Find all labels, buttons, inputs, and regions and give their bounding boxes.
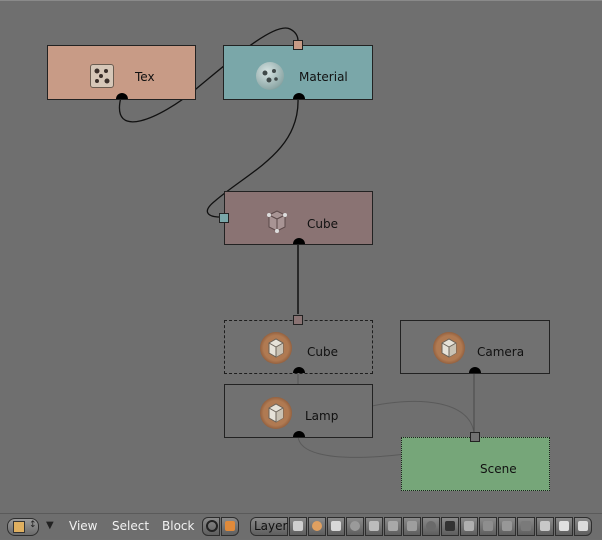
armature-icon: [578, 521, 588, 531]
node-cube-object-input-socket[interactable]: [293, 315, 303, 325]
menu-select[interactable]: Select: [112, 519, 149, 533]
node-material[interactable]: Material: [223, 40, 373, 100]
filter-cube-button[interactable]: [384, 517, 402, 536]
filter-mesh-button[interactable]: [327, 517, 345, 536]
material-sphere-icon: [256, 62, 284, 90]
node-lamp[interactable]: Lamp: [224, 384, 373, 438]
schematic-header: ↕ ▼ View Select Block Layer: [0, 513, 602, 539]
filter-lamp-button[interactable]: [365, 517, 383, 536]
object-icon: [433, 332, 465, 364]
view-options-button[interactable]: [221, 517, 239, 536]
node-camera-label: Camera: [477, 345, 525, 359]
cube-icon: [388, 521, 398, 531]
texture-icon: [90, 64, 114, 88]
filter-world-button[interactable]: [422, 517, 440, 536]
world-icon: [426, 521, 436, 531]
node-scene-input-socket[interactable]: [470, 432, 480, 442]
filter-library-button[interactable]: [517, 517, 535, 536]
node-tex-output-socket[interactable]: [116, 93, 128, 99]
node-lamp-label: Lamp: [305, 409, 339, 423]
node-tex-label: Tex: [135, 70, 155, 84]
zoom-button[interactable]: [202, 517, 220, 536]
oops-schematic-canvas[interactable]: Tex Material Cube Cube Lamp Camera Scene: [0, 0, 602, 539]
node-cube-mesh-output-socket[interactable]: [293, 238, 305, 244]
node-scene[interactable]: Scene: [401, 432, 550, 491]
node-lamp-output-socket[interactable]: [293, 431, 305, 437]
node-cube-object-output-socket[interactable]: [293, 367, 305, 373]
collapse-menus-icon[interactable]: ▼: [46, 520, 54, 531]
action-icon: [540, 521, 550, 531]
layer-label: Layer: [254, 519, 288, 533]
node-tex[interactable]: Tex: [47, 45, 196, 100]
editor-type-menu[interactable]: ↕: [7, 518, 39, 536]
texture-icon: [225, 521, 235, 531]
camera-icon: [559, 521, 569, 531]
filter-curve-button[interactable]: [346, 517, 364, 536]
menu-block[interactable]: Block: [162, 519, 194, 533]
mesh-icon: [263, 207, 291, 235]
filter-image-button[interactable]: [289, 517, 307, 536]
layer-button[interactable]: Layer: [250, 517, 288, 536]
object-icon: [260, 397, 292, 429]
image-icon: [293, 521, 303, 531]
group-icon: [483, 521, 493, 531]
object-icon: [260, 332, 292, 364]
node-cube-mesh[interactable]: Cube: [219, 191, 373, 245]
node-scene-label: Scene: [480, 462, 517, 476]
mesh-icon: [331, 521, 341, 531]
menu-view[interactable]: View: [69, 519, 97, 533]
lamp-icon: [369, 521, 379, 531]
node-camera-output-socket[interactable]: [469, 367, 481, 373]
node-material-label: Material: [299, 70, 348, 84]
texture-icon: [407, 521, 417, 531]
filter-action-button[interactable]: [536, 517, 554, 536]
node-camera[interactable]: Camera: [400, 320, 550, 374]
zoom-icon: [206, 520, 218, 532]
node-cube-mesh-label: Cube: [307, 217, 338, 231]
node-material-output-socket[interactable]: [293, 93, 305, 99]
node-cube-mesh-input-socket[interactable]: [219, 213, 229, 223]
library-icon: [521, 521, 531, 531]
filter-group-button[interactable]: [479, 517, 497, 536]
filter-texture-button[interactable]: [403, 517, 421, 536]
node-material-input-socket[interactable]: [293, 40, 303, 50]
chevron-updown-icon: ↕: [29, 520, 37, 530]
filter-camera-button[interactable]: [555, 517, 573, 536]
outliner-editor-icon: [13, 521, 25, 533]
filter-armature-button[interactable]: [498, 517, 516, 536]
filter-scene-button[interactable]: [441, 517, 459, 536]
armature-icon: [502, 521, 512, 531]
wire-cube-scene: [371, 400, 475, 434]
node-cube-object-label: Cube: [307, 345, 338, 359]
filter-material-button[interactable]: [308, 517, 326, 536]
material-icon: [312, 521, 322, 531]
filter-link-button[interactable]: [460, 517, 478, 536]
node-cube-object[interactable]: Cube: [224, 315, 373, 374]
filter-armature-pose-button[interactable]: [574, 517, 592, 536]
link-icon: [464, 521, 474, 531]
scene-icon: [445, 521, 455, 531]
curve-icon: [350, 521, 360, 531]
